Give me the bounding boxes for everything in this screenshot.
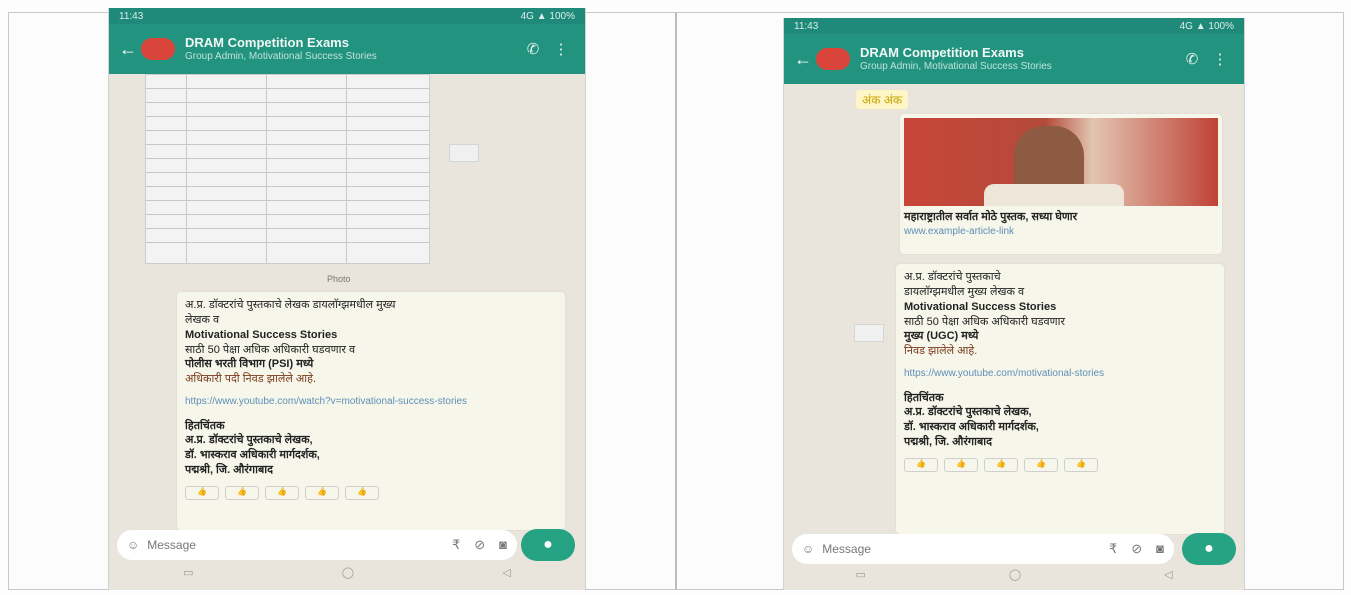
camera-icon[interactable]: ◙ xyxy=(1156,541,1164,557)
chat-subtitle: Group Admin, Motivational Success Storie… xyxy=(185,50,377,62)
rupee-icon[interactable]: ₹ xyxy=(452,537,460,553)
message-input-bar[interactable]: ☺ Message ₹ ⊘ ◙ xyxy=(792,534,1174,564)
call-icon[interactable]: ✆ xyxy=(1178,50,1206,68)
message-text-4: अधिकारी पदी निवड झालेले आहे. xyxy=(185,373,316,386)
rupee-icon[interactable]: ₹ xyxy=(1109,541,1117,557)
signature-heading: हितचिंतक xyxy=(904,391,944,404)
recent-apps-icon[interactable]: ▭ xyxy=(183,566,193,586)
reaction-chip[interactable]: 👍 xyxy=(984,457,1018,472)
reaction-row: 👍 👍 👍 👍 👍 xyxy=(904,457,1216,472)
more-options-icon[interactable]: ⋮ xyxy=(1206,50,1234,68)
reaction-chip[interactable]: 👍 xyxy=(185,485,219,500)
status-bar: 11:43 4G ▲ 100% xyxy=(109,8,585,24)
reaction-chip[interactable]: 👍 xyxy=(265,485,299,500)
message-bold-1: Motivational Success Stories xyxy=(904,300,1057,313)
message-input[interactable]: Message xyxy=(147,538,196,552)
reaction-chip[interactable]: 👍 xyxy=(904,457,938,472)
signature-heading: हितचिंतक xyxy=(185,419,225,432)
message-bold-2: मुख्य (UGC) मध्ये xyxy=(904,330,979,343)
link-preview-bubble[interactable]: महाराष्ट्रातील सर्वात मोठे पुस्तक, सध्या… xyxy=(900,114,1222,254)
table-image-message[interactable] xyxy=(145,74,430,264)
home-icon[interactable]: ◯ xyxy=(342,566,354,586)
reaction-row: 👍 👍 👍 👍 👍 xyxy=(185,485,557,500)
signature-line-3: पद्मश्री, जि. औरंगाबाद xyxy=(904,436,992,449)
message-bubble[interactable]: अ.प्र. डॉक्टरांचे पुस्तकाचे लेखक डायलाॅग… xyxy=(177,292,565,530)
chat-subtitle: Group Admin, Motivational Success Storie… xyxy=(860,60,1052,72)
attach-icon[interactable]: ⊘ xyxy=(474,537,485,553)
group-avatar[interactable] xyxy=(816,48,850,70)
emoji-icon[interactable]: ☺ xyxy=(802,542,814,556)
message-text-4: निवड झालेले आहे. xyxy=(904,345,978,358)
signature-line-2: डॉ. भास्कराव अधिकारी मार्गदर्शक, xyxy=(904,421,1039,434)
chat-title[interactable]: DRAM Competition Exams xyxy=(860,46,1178,61)
reaction-chip[interactable]: 👍 xyxy=(1024,457,1058,472)
signature-line-1: अ.प्र. डॉक्टरांचे पुस्तकाचे लेखक, xyxy=(904,406,1032,419)
message-text-1: अ.प्र. डॉक्टरांचे पुस्तकाचे xyxy=(904,271,1001,283)
reaction-chip[interactable]: 👍 xyxy=(225,485,259,500)
message-input[interactable]: Message xyxy=(822,542,871,556)
image-caption: Photo xyxy=(327,274,351,284)
message-bubble[interactable]: अ.प्र. डॉक्टरांचे पुस्तकाचे डायलाॅग्झमधी… xyxy=(896,264,1224,534)
android-nav-bar: ▭ ◯ ◁ xyxy=(109,566,585,586)
camera-icon[interactable]: ◙ xyxy=(499,537,507,553)
attach-icon[interactable]: ⊘ xyxy=(1131,541,1142,557)
page-divider xyxy=(675,12,677,590)
back-nav-icon[interactable]: ◁ xyxy=(1164,568,1172,588)
message-link[interactable]: https://www.youtube.com/motivational-sto… xyxy=(904,367,1216,381)
message-link[interactable]: https://www.youtube.com/watch?v=motivati… xyxy=(185,395,557,409)
signature-line-2: डॉ. भास्कराव अधिकारी मार्गदर्शक, xyxy=(185,449,320,462)
message-text-3: साठी 50 पेक्षा अधिक अधिकारी घडवणार व xyxy=(185,343,356,356)
photo-caption: महाराष्ट्रातील सर्वात मोठे पुस्तक, सध्या… xyxy=(904,211,1078,223)
reaction-chip[interactable]: 👍 xyxy=(944,457,978,472)
reaction-chip[interactable]: 👍 xyxy=(345,485,379,500)
emoji-icon[interactable]: ☺ xyxy=(127,538,139,552)
android-nav-bar: ▭ ◯ ◁ xyxy=(784,568,1244,588)
reaction-chip[interactable]: 👍 xyxy=(305,485,339,500)
mic-button[interactable]: ● xyxy=(521,529,575,561)
message-text-1: अ.प्र. डॉक्टरांचे पुस्तकाचे लेखक डायलाॅग… xyxy=(185,299,396,311)
back-arrow-icon[interactable]: ← xyxy=(119,39,137,60)
recent-apps-icon[interactable]: ▭ xyxy=(855,568,865,588)
group-avatar[interactable] xyxy=(141,38,175,60)
status-time: 11:43 xyxy=(794,21,819,32)
photo-link[interactable]: www.example-article-link xyxy=(904,225,1218,239)
forward-icon[interactable] xyxy=(854,324,884,342)
message-text-2: डायलाॅग्झमधील मुख्य लेखक व xyxy=(904,285,1025,298)
chat-header: ← DRAM Competition Exams Group Admin, Mo… xyxy=(784,34,1244,84)
signature-line-3: पद्मश्री, जि. औरंगाबाद xyxy=(185,464,273,477)
mic-button[interactable]: ● xyxy=(1182,533,1236,565)
message-input-bar[interactable]: ☺ Message ₹ ⊘ ◙ xyxy=(117,530,517,560)
person-shirt xyxy=(984,184,1124,206)
message-text-3: साठी 50 पेक्षा अधिक अधिकारी घडवणार xyxy=(904,315,1065,328)
status-icons: 4G ▲ 100% xyxy=(520,11,575,22)
reaction-chip[interactable]: 👍 xyxy=(1064,457,1098,472)
status-icons: 4G ▲ 100% xyxy=(1179,21,1234,32)
status-bar: 11:43 4G ▲ 100% xyxy=(784,18,1244,34)
back-nav-icon[interactable]: ◁ xyxy=(502,566,510,586)
home-icon[interactable]: ◯ xyxy=(1009,568,1021,588)
left-phone-screen: 11:43 4G ▲ 100% ← DRAM Competition Exams… xyxy=(108,8,586,590)
news-photo[interactable] xyxy=(904,118,1218,206)
forward-icon[interactable] xyxy=(449,144,479,162)
chat-title[interactable]: DRAM Competition Exams xyxy=(185,36,519,51)
message-bold-1: Motivational Success Stories xyxy=(185,328,338,341)
call-icon[interactable]: ✆ xyxy=(519,40,547,58)
right-phone-screen: 11:43 4G ▲ 100% ← DRAM Competition Exams… xyxy=(783,18,1245,590)
chat-header: ← DRAM Competition Exams Group Admin, Mo… xyxy=(109,24,585,74)
message-bold-2: पोलीस भरती विभाग (PSI) मध्ये xyxy=(185,358,314,371)
more-options-icon[interactable]: ⋮ xyxy=(547,40,575,58)
emoji-tag: अंक अंक xyxy=(856,90,909,109)
signature-line-1: अ.प्र. डॉक्टरांचे पुस्तकाचे लेखक, xyxy=(185,434,313,447)
back-arrow-icon[interactable]: ← xyxy=(794,49,812,70)
message-text-2: लेखक व xyxy=(185,313,220,326)
status-time: 11:43 xyxy=(119,11,144,22)
